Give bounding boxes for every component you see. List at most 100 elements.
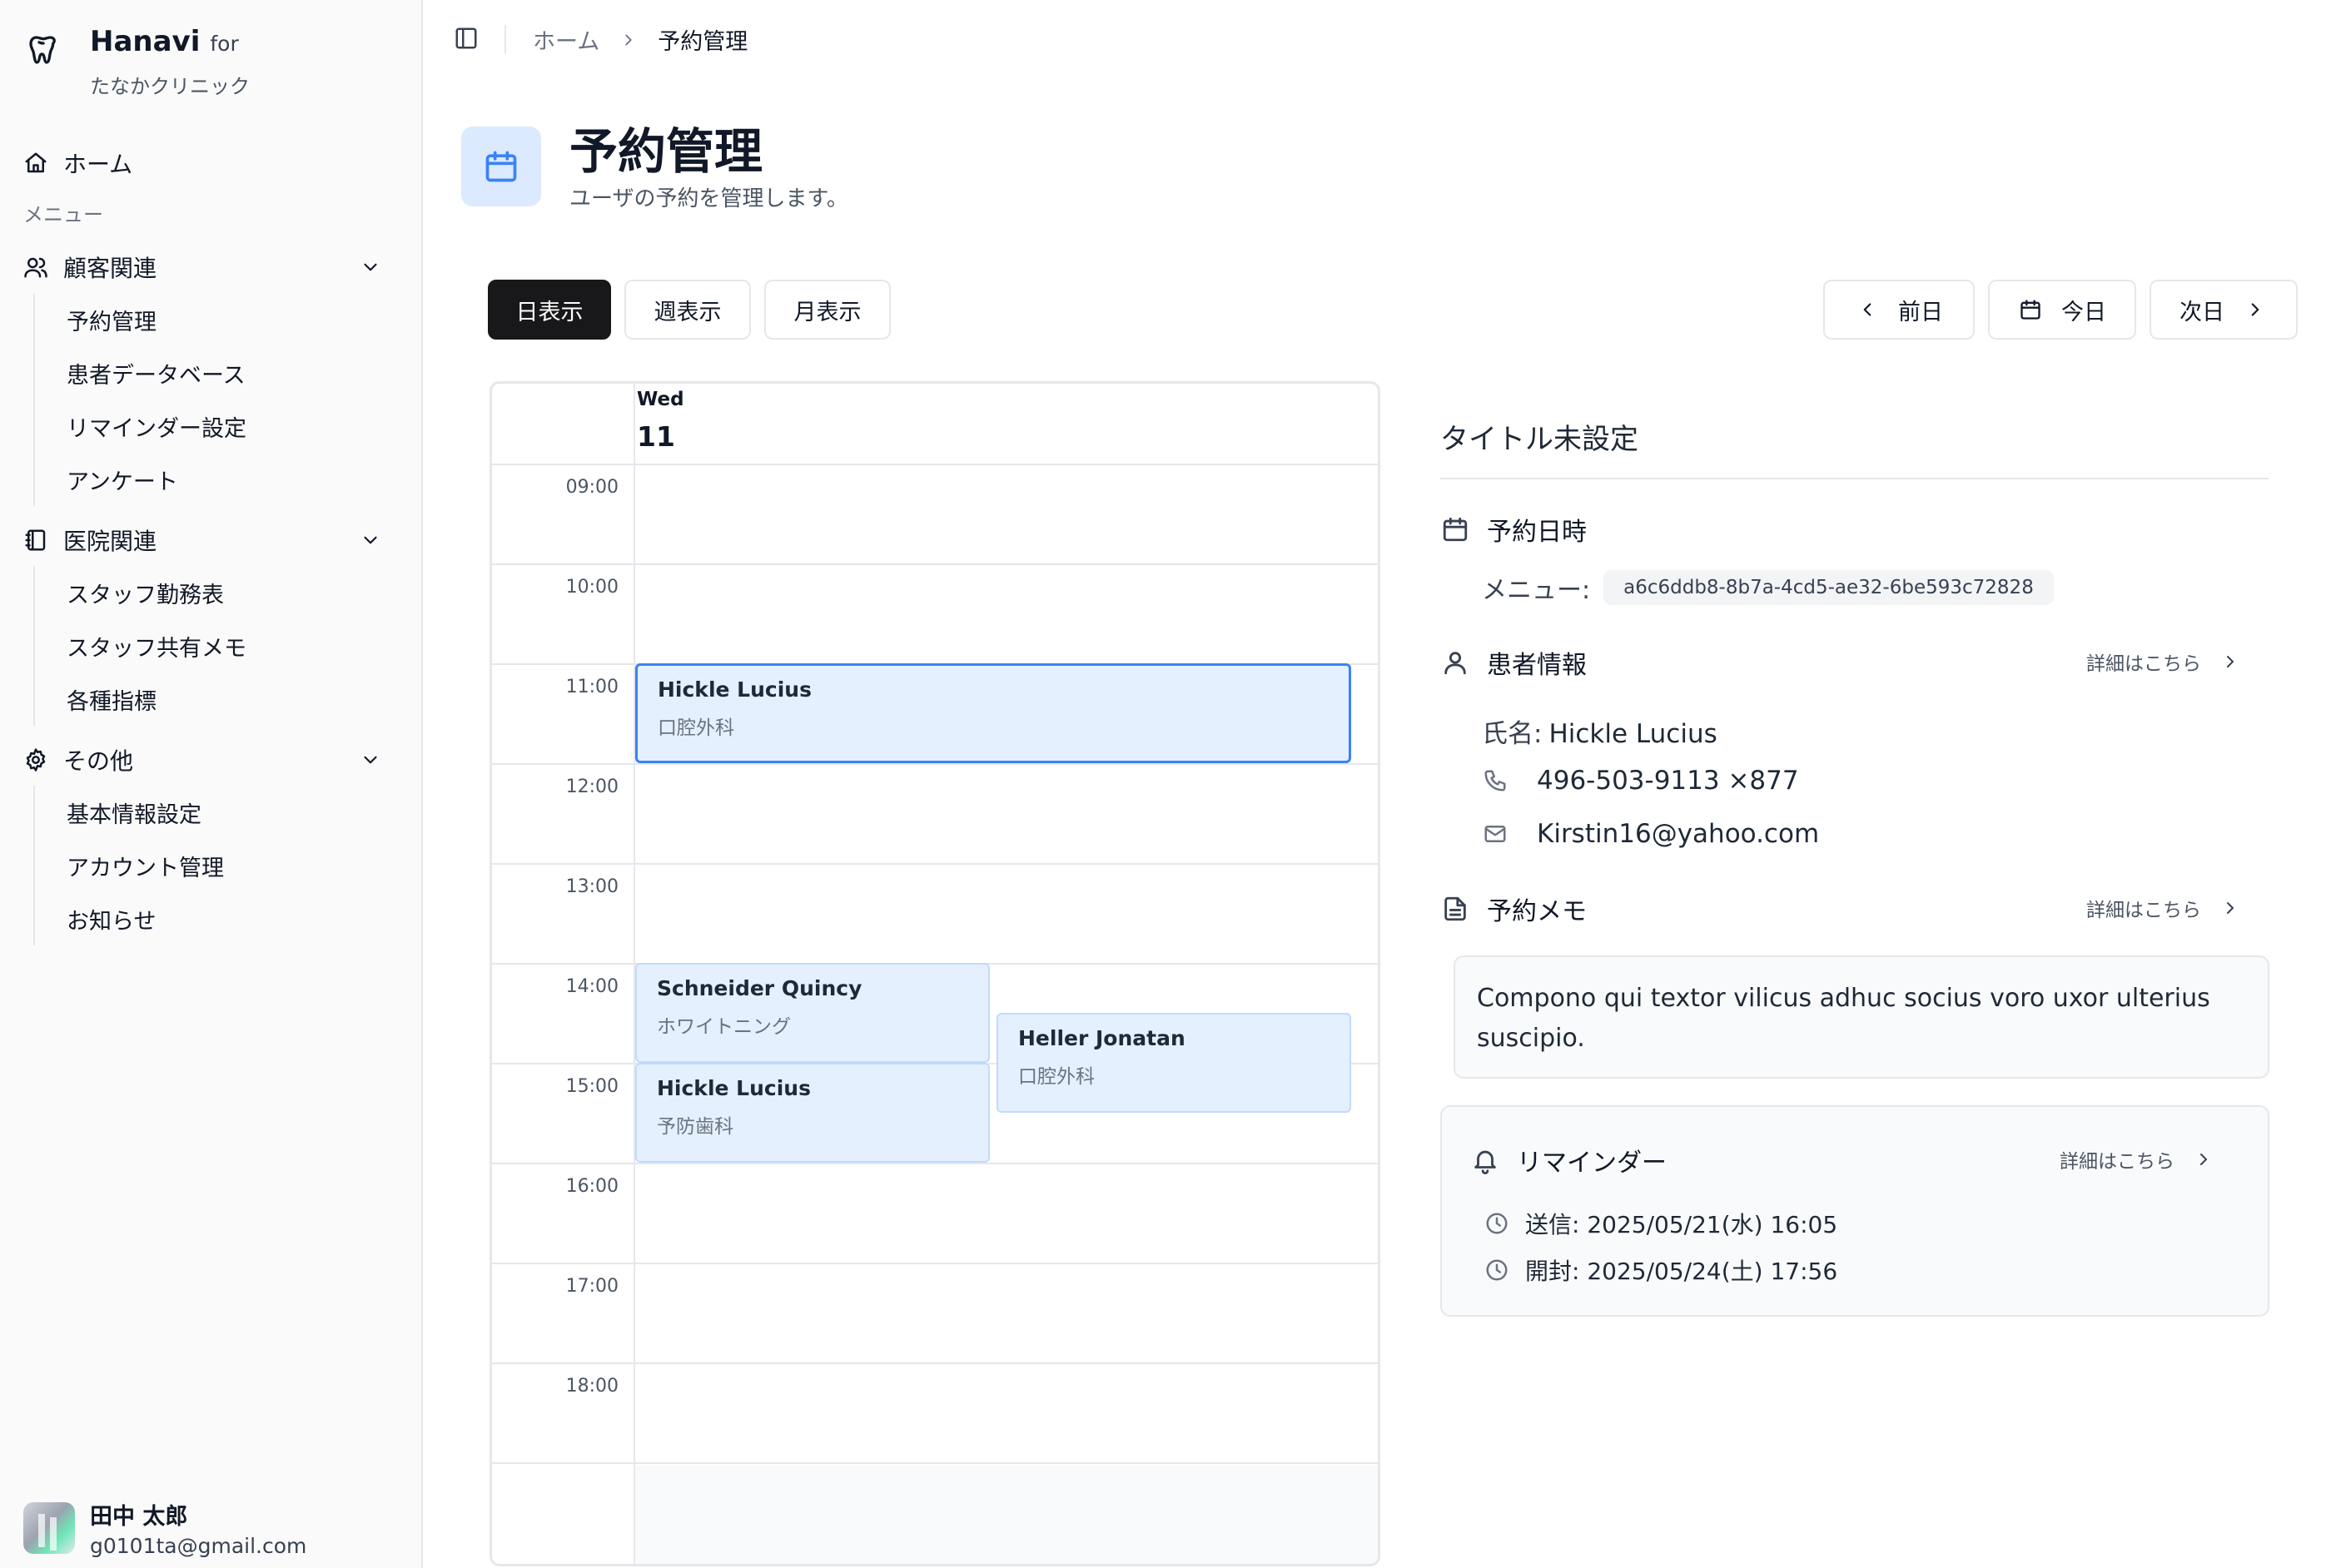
calendar-day-name: Wed — [637, 389, 684, 410]
hour-label: 13:00 — [565, 876, 619, 897]
hour-label: 18:00 — [565, 1376, 619, 1397]
prev-day-button[interactable]: 前日 — [1823, 280, 1975, 340]
hour-line — [492, 1362, 1378, 1364]
appointment-category: ホワイトニング — [657, 1016, 791, 1038]
appointment-patient: Hickle Lucius — [657, 1076, 811, 1100]
patient-label: 患者情報 — [1487, 651, 1587, 680]
user-profile[interactable]: 田中 太郎 g0101ta@gmail.com — [23, 1498, 306, 1558]
memo-details-link[interactable]: 詳細はこちら — [2086, 894, 2241, 922]
appointment-event[interactable]: Heller Jonatan 口腔外科 — [997, 1013, 1351, 1113]
view-day-button[interactable]: 日表示 — [488, 280, 611, 340]
brand[interactable]: Hanavi for たなかクリニック — [25, 25, 250, 99]
hour-label: 15:00 — [565, 1076, 619, 1097]
hour-line — [492, 863, 1378, 865]
view-month-button[interactable]: 月表示 — [764, 280, 891, 340]
sidebar: Hanavi for たなかクリニック ホーム メニュー 顧客関連 予約管理 患… — [0, 0, 423, 1568]
appointment-patient: Schneider Quincy — [657, 976, 862, 1000]
sidebar-group-customers[interactable]: 顧客関連 — [22, 248, 396, 286]
details-link-label: 詳細はこちら — [2086, 900, 2201, 921]
reminder-label: リマインダー — [1517, 1149, 1667, 1178]
appointment-category: 口腔外科 — [1018, 1066, 1095, 1088]
hour-label: 09:00 — [565, 477, 619, 498]
menu-row: メニュー: a6c6ddb8-8b7a-4cd5-ae32-6be593c728… — [1482, 569, 2054, 606]
memo-text: Compono qui textor vilicus adhuc socius … — [1454, 955, 2269, 1079]
app-for: for — [210, 32, 239, 56]
clock-icon — [1484, 1257, 1510, 1283]
appointment-category: 予防歯科 — [657, 1116, 733, 1138]
chevron-down-icon — [358, 255, 383, 280]
sidebar-sublist-clinic: スタッフ勤務表 スタッフ共有メモ 各種指標 — [33, 566, 246, 726]
calendar-icon — [461, 127, 541, 206]
memo-label: 予約メモ — [1487, 897, 1587, 926]
patient-email-row: Kirstin16@yahoo.com — [1482, 819, 1819, 849]
hour-label: 16:00 — [565, 1176, 619, 1197]
datetime-section-header: 予約日時 — [1440, 511, 1587, 548]
breadcrumb-home[interactable]: ホーム — [533, 23, 599, 56]
menu-id-chip: a6c6ddb8-8b7a-4cd5-ae32-6be593c72828 — [1603, 570, 2054, 605]
sidebar-item-basic-settings[interactable]: 基本情報設定 — [35, 786, 224, 839]
group-label: 医院関連 — [63, 528, 157, 555]
sidebar-item-notices[interactable]: お知らせ — [35, 892, 224, 945]
phone-icon — [1482, 767, 1508, 794]
hour-label: 12:00 — [565, 777, 619, 797]
sidebar-toggle-icon[interactable] — [453, 25, 480, 52]
menu-caption: メニュー — [23, 203, 103, 226]
patient-phone-row: 496-503-9113 ×877 — [1482, 766, 1799, 796]
user-name: 田中 太郎 — [90, 1504, 188, 1530]
gear-icon — [22, 746, 50, 774]
mail-icon — [1482, 821, 1508, 847]
reminder-sent: 送信: 2025/05/21(水) 16:05 — [1525, 1211, 1838, 1238]
chevron-down-icon — [358, 747, 383, 772]
patient-phone: 496-503-9113 ×877 — [1537, 766, 1799, 796]
document-icon — [1440, 894, 1470, 924]
appointment-event[interactable]: Hickle Lucius 予防歯科 — [635, 1063, 990, 1163]
breadcrumb-current: 予約管理 — [658, 29, 748, 55]
user-icon — [1440, 648, 1470, 677]
sidebar-group-clinic[interactable]: 医院関連 — [22, 521, 396, 559]
home-icon — [22, 149, 50, 177]
users-icon — [22, 253, 50, 281]
reminder-details-link[interactable]: 詳細はこちら — [2060, 1145, 2214, 1174]
patient-section-header: 患者情報 — [1440, 644, 1587, 681]
sidebar-item-reservations[interactable]: 予約管理 — [35, 293, 246, 346]
today-label: 今日 — [2061, 299, 2106, 325]
divider — [492, 464, 1378, 465]
sidebar-item-patient-db[interactable]: 患者データベース — [35, 346, 246, 399]
day-calendar: Wed 11 09:00 10:00 11:00 12:00 13:00 14:00 15:… — [490, 381, 1380, 1566]
sidebar-item-survey[interactable]: アンケート — [35, 453, 246, 506]
hour-line — [492, 763, 1378, 765]
patient-name: Hickle Lucius — [1548, 719, 1717, 749]
datetime-label: 予約日時 — [1487, 518, 1587, 547]
sidebar-item-home[interactable]: ホーム — [22, 146, 132, 180]
appointment-patient: Hickle Lucius — [658, 677, 812, 702]
appointment-event[interactable]: Schneider Quincy ホワイトニング — [635, 963, 990, 1063]
next-day-button[interactable]: 次日 — [2150, 280, 2298, 340]
patient-name-row: 氏名: Hickle Lucius — [1482, 712, 1717, 750]
chevron-right-icon — [618, 29, 639, 51]
patient-details-link[interactable]: 詳細はこちら — [2086, 648, 2241, 676]
user-email: g0101ta@gmail.com — [90, 1534, 307, 1558]
today-button[interactable]: 今日 — [1988, 280, 2136, 340]
sidebar-group-other[interactable]: その他 — [22, 741, 396, 779]
sidebar-item-reminder-settings[interactable]: リマインダー設定 — [35, 399, 246, 453]
sidebar-item-account[interactable]: アカウント管理 — [35, 839, 224, 892]
calendar-footer — [635, 1466, 1378, 1564]
next-day-label: 次日 — [2179, 299, 2224, 325]
hour-line — [492, 1462, 1378, 1464]
sidebar-item-staff-memo[interactable]: スタッフ共有メモ — [35, 619, 246, 672]
sidebar-item-staff-schedule[interactable]: スタッフ勤務表 — [35, 566, 246, 619]
divider — [1440, 478, 2269, 479]
chevron-left-icon — [1855, 297, 1880, 322]
chevron-right-icon — [2219, 651, 2241, 672]
name-label: 氏名: — [1482, 719, 1543, 749]
reminder-section-header: リマインダー — [1470, 1142, 1667, 1178]
clock-icon — [1484, 1210, 1510, 1237]
hour-line — [492, 1263, 1378, 1264]
patient-email: Kirstin16@yahoo.com — [1537, 819, 1820, 849]
appointment-event[interactable]: Hickle Lucius 口腔外科 — [635, 663, 1351, 763]
sidebar-item-metrics[interactable]: 各種指標 — [35, 672, 246, 726]
group-label: その他 — [63, 747, 134, 775]
details-link-label: 詳細はこちら — [2060, 1151, 2174, 1173]
chevron-down-icon — [358, 528, 383, 553]
view-week-button[interactable]: 週表示 — [624, 280, 751, 340]
